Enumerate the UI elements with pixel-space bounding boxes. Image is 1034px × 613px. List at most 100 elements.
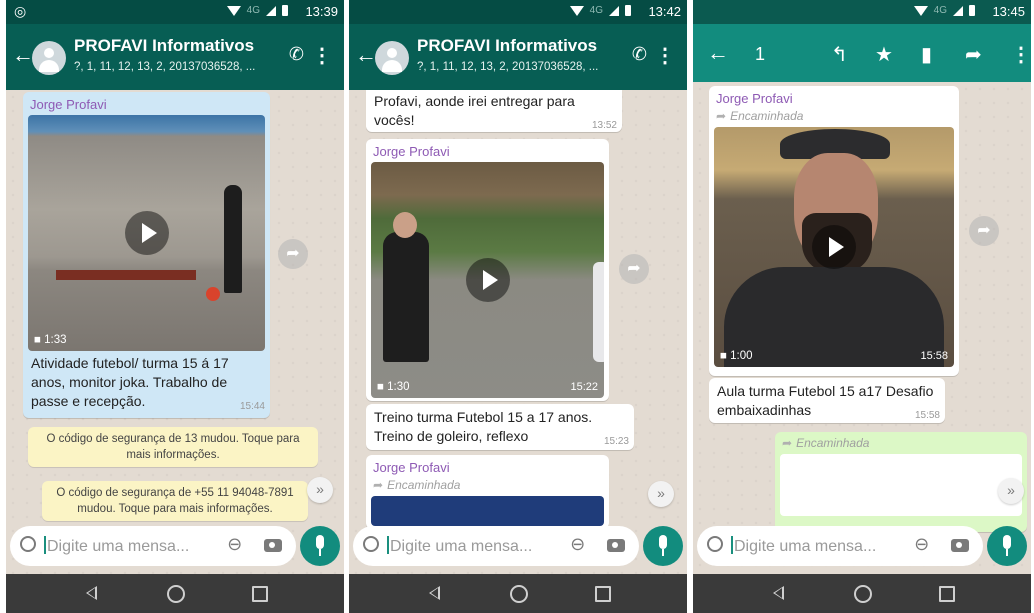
forward-icon[interactable]: ➦: [965, 42, 982, 67]
video-duration-text: 1:00: [730, 350, 753, 362]
back-arrow-icon[interactable]: ←: [355, 42, 377, 68]
play-icon[interactable]: [124, 211, 169, 255]
play-icon[interactable]: [812, 225, 856, 269]
battery-icon: [969, 5, 975, 16]
video-message[interactable]: Jorge Profavi ■ 1:33 Atividade futebol/ …: [23, 92, 270, 418]
phone-screen-3: 4G 13:45 ← 1 ↰ ★ ▮ ➦ ⋮ Jorge Profavi ➦ En…: [693, 0, 1031, 613]
forwarded-label: ➦ Encaminhada: [782, 436, 1022, 450]
emoji-icon[interactable]: [20, 536, 36, 552]
sender-name: Jorge Profavi: [373, 144, 450, 159]
more-options-icon[interactable]: ⋮: [1011, 42, 1031, 67]
video-scene-person: [224, 185, 242, 293]
reply-icon[interactable]: ↰: [831, 42, 848, 67]
status-icons: 4G: [913, 5, 975, 16]
mic-button[interactable]: [300, 526, 340, 566]
wifi-icon: [913, 5, 928, 16]
network-4g-icon: 4G: [933, 5, 947, 16]
video-duration-text: 1:33: [44, 334, 67, 346]
video-message[interactable]: Jorge Profavi ➦ Encaminhada ■ 1:00 15:58: [709, 86, 959, 376]
group-avatar[interactable]: [32, 41, 66, 75]
nav-back-icon[interactable]: [86, 586, 97, 600]
delete-icon[interactable]: ▮: [921, 42, 932, 67]
security-notice[interactable]: O código de segurança de +55 11 94048-78…: [42, 481, 308, 521]
chat-participants[interactable]: ?, 1, 11, 12, 13, 2, 20137036528, ...: [417, 61, 607, 73]
message-input[interactable]: Digite uma mensa...: [731, 536, 876, 556]
network-4g-icon: 4G: [246, 5, 260, 16]
forwarded-message[interactable]: Jorge Profavi ➦ Encaminhada: [366, 455, 609, 529]
camera-icon[interactable]: [951, 539, 969, 552]
outgoing-forwarded-message[interactable]: ➦ Encaminhada: [775, 432, 1027, 532]
more-options-icon[interactable]: ⋮: [655, 43, 675, 68]
video-thumbnail[interactable]: ■ 1:00 15:58: [714, 127, 954, 367]
add-call-icon[interactable]: ✆: [632, 44, 647, 65]
nav-back-icon[interactable]: [429, 586, 440, 600]
chat-title[interactable]: PROFAVI Informativos: [74, 36, 254, 56]
message-input[interactable]: Digite uma mensa...: [387, 536, 532, 556]
attach-icon[interactable]: ⊘: [565, 532, 590, 558]
message-composer[interactable]: Digite uma mensa... ⊘: [353, 526, 639, 566]
video-duration: ■ 1:30: [377, 381, 410, 393]
scroll-down-icon[interactable]: »: [307, 477, 333, 503]
more-options-icon[interactable]: ⋮: [312, 43, 332, 68]
group-avatar[interactable]: [375, 41, 409, 75]
media-thumbnail[interactable]: [780, 454, 1022, 516]
caption-message[interactable]: Aula turma Futebol 15 a17 Desafio embaix…: [709, 378, 945, 423]
mic-button[interactable]: [987, 526, 1027, 566]
share-icon[interactable]: ➦: [969, 216, 999, 246]
status-time: 13:45: [992, 4, 1025, 19]
video-thumbnail[interactable]: ■ 1:30 15:22: [371, 162, 604, 398]
add-call-icon[interactable]: ✆: [289, 44, 304, 65]
camera-icon[interactable]: [264, 539, 282, 552]
text-cursor: [44, 536, 46, 554]
video-duration: ■ 1:00: [720, 350, 753, 362]
video-scene-bench: [56, 270, 196, 280]
text-message[interactable]: Profavi, aonde irei entregar para vocês!…: [366, 90, 622, 132]
share-icon[interactable]: ➦: [278, 239, 308, 269]
nav-back-icon[interactable]: [773, 586, 784, 600]
video-scene-person-2: [593, 262, 604, 362]
video-scene-person-head: [393, 212, 417, 238]
back-arrow-icon[interactable]: ←: [12, 42, 34, 68]
video-thumbnail[interactable]: [371, 496, 604, 526]
video-thumbnail[interactable]: ■ 1:33: [28, 115, 265, 351]
sender-name: Jorge Profavi: [30, 97, 107, 112]
chat-title[interactable]: PROFAVI Informativos: [417, 36, 597, 56]
scroll-down-icon[interactable]: »: [998, 478, 1024, 504]
text-cursor: [387, 536, 389, 554]
forward-icon: ➦: [716, 109, 727, 123]
nav-recents-icon[interactable]: [939, 586, 955, 602]
android-nav-bar: [693, 574, 1031, 613]
nav-recents-icon[interactable]: [252, 586, 268, 602]
nav-home-icon[interactable]: [854, 585, 872, 603]
message-composer[interactable]: Digite uma mensa... ⊘: [697, 526, 983, 566]
chat-header: ← PROFAVI Informativos ?, 1, 11, 12, 13,…: [6, 24, 344, 90]
message-composer[interactable]: Digite uma mensa... ⊘: [10, 526, 296, 566]
status-time: 13:39: [305, 4, 338, 19]
scroll-down-icon[interactable]: »: [648, 481, 674, 507]
camera-icon[interactable]: [607, 539, 625, 552]
nav-recents-icon[interactable]: [595, 586, 611, 602]
security-notice[interactable]: O código de segurança de 13 mudou. Toque…: [28, 427, 318, 467]
video-message[interactable]: Jorge Profavi ■ 1:30 15:22: [366, 139, 609, 401]
forwarded-label: ➦ Encaminhada: [716, 109, 954, 123]
mic-button[interactable]: [643, 526, 683, 566]
selection-toolbar: ← 1 ↰ ★ ▮ ➦ ⋮: [693, 24, 1031, 82]
input-placeholder: Digite uma mensa...: [734, 538, 877, 555]
nav-home-icon[interactable]: [510, 585, 528, 603]
caption-message[interactable]: Treino turma Futebol 15 a 17 anos. Trein…: [366, 404, 634, 450]
emoji-icon[interactable]: [363, 536, 379, 552]
chat-participants[interactable]: ?, 1, 11, 12, 13, 2, 20137036528, ...: [74, 61, 264, 73]
video-scene-ball: [206, 287, 220, 301]
attach-icon[interactable]: ⊘: [909, 532, 934, 558]
status-icons: 4G: [569, 5, 631, 16]
back-arrow-icon[interactable]: ←: [707, 40, 729, 66]
emoji-icon[interactable]: [707, 536, 723, 552]
nav-home-icon[interactable]: [167, 585, 185, 603]
share-icon[interactable]: ➦: [619, 254, 649, 284]
message-input[interactable]: Digite uma mensa...: [44, 536, 189, 556]
play-icon[interactable]: [465, 258, 510, 302]
star-icon[interactable]: ★: [875, 42, 893, 67]
battery-icon: [625, 5, 631, 16]
video-timestamp: 15:22: [570, 381, 598, 393]
attach-icon[interactable]: ⊘: [222, 532, 247, 558]
